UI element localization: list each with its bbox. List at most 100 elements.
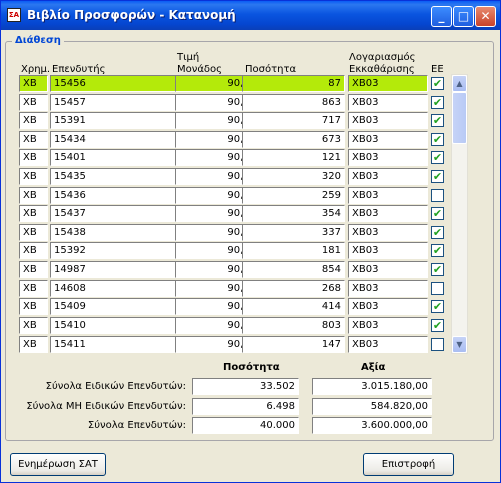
close-button[interactable]: ✕ <box>475 6 496 27</box>
cell-account[interactable]: XB03 <box>348 223 428 241</box>
col-header-price-2: Μονάδος <box>177 64 223 75</box>
cell-currency[interactable]: XB <box>19 130 48 148</box>
cell-bidder[interactable]: 15401 <box>50 149 192 167</box>
ee-checkbox[interactable] <box>431 188 444 202</box>
window-title: Βιβλίο Προσφορών - Κατανομή <box>27 8 236 22</box>
cell-account[interactable]: XB03 <box>348 335 428 353</box>
special-investors-value: 3.015.180,00 <box>312 378 432 395</box>
cell-account[interactable]: XB03 <box>348 130 428 148</box>
ee-checkbox[interactable]: ✔ <box>431 225 444 239</box>
cell-account[interactable]: XB03 <box>348 279 428 297</box>
vertical-scrollbar[interactable]: ▲ ▼ <box>451 74 468 354</box>
cell-currency[interactable]: XB <box>19 279 48 297</box>
cell-bidder[interactable]: 14987 <box>50 261 192 279</box>
cell-bidder[interactable]: 15392 <box>50 242 192 260</box>
cell-account[interactable]: XB03 <box>348 261 428 279</box>
cell-account[interactable]: XB03 <box>348 186 428 204</box>
cell-account[interactable]: XB03 <box>348 242 428 260</box>
cell-currency[interactable]: XB <box>19 316 48 334</box>
cell-bidder[interactable]: 15437 <box>50 205 192 223</box>
cell-quantity[interactable]: 320 <box>242 168 345 186</box>
ee-checkbox[interactable] <box>431 281 444 295</box>
ee-checkbox[interactable]: ✔ <box>431 170 444 184</box>
cell-bidder[interactable]: 15457 <box>50 93 192 111</box>
group-legend: Διάθεση <box>12 35 64 46</box>
cell-bidder[interactable]: 15411 <box>50 335 192 353</box>
cell-bidder[interactable]: 15409 <box>50 298 192 316</box>
cell-currency[interactable]: XB <box>19 186 48 204</box>
scroll-up-icon[interactable]: ▲ <box>452 75 467 92</box>
col-header-bidder: Επενδυτής <box>52 64 106 75</box>
all-investors-qty: 40.000 <box>192 417 299 434</box>
cell-quantity[interactable]: 268 <box>242 279 345 297</box>
title-bar[interactable]: ΣΑ Βιβλίο Προσφορών - Κατανομή _ □ ✕ <box>1 1 500 30</box>
cell-bidder[interactable]: 15391 <box>50 112 192 130</box>
col-header-account-2: Εκκαθάρισης <box>349 64 415 75</box>
maximize-button[interactable]: □ <box>453 6 474 27</box>
ee-checkbox[interactable]: ✔ <box>431 95 444 109</box>
cell-quantity[interactable]: 863 <box>242 93 345 111</box>
minimize-button[interactable]: _ <box>431 6 452 27</box>
nonspecial-investors-qty: 6.498 <box>192 398 299 415</box>
ee-checkbox[interactable]: ✔ <box>431 151 444 165</box>
app-icon: ΣΑ <box>7 8 21 22</box>
cell-currency[interactable]: XB <box>19 205 48 223</box>
cell-quantity[interactable]: 337 <box>242 223 345 241</box>
scroll-down-icon[interactable]: ▼ <box>452 336 467 353</box>
ee-checkbox[interactable]: ✔ <box>431 300 444 314</box>
cell-currency[interactable]: XB <box>19 242 48 260</box>
cell-bidder[interactable]: 15434 <box>50 130 192 148</box>
cell-account[interactable]: XB03 <box>348 149 428 167</box>
cell-account[interactable]: XB03 <box>348 75 428 92</box>
cell-bidder[interactable]: 15436 <box>50 186 192 204</box>
cell-quantity[interactable]: 414 <box>242 298 345 316</box>
cell-bidder[interactable]: 15435 <box>50 168 192 186</box>
ee-checkbox[interactable]: ✔ <box>431 244 444 258</box>
cell-currency[interactable]: XB <box>19 261 48 279</box>
cell-account[interactable]: XB03 <box>348 168 428 186</box>
cell-currency[interactable]: XB <box>19 298 48 316</box>
ee-checkbox[interactable]: ✔ <box>431 114 444 128</box>
cell-quantity[interactable]: 87 <box>242 75 345 92</box>
all-investors-label: Σύνολα Επενδυτών: <box>87 420 186 431</box>
cell-quantity[interactable]: 717 <box>242 112 345 130</box>
cell-account[interactable]: XB03 <box>348 112 428 130</box>
cell-bidder[interactable]: 14608 <box>50 279 192 297</box>
cell-currency[interactable]: XB <box>19 75 48 92</box>
cell-quantity[interactable]: 354 <box>242 205 345 223</box>
cell-currency[interactable]: XB <box>19 93 48 111</box>
nonspecial-investors-label: Σύνολα ΜΗ Ειδικών Επενδυτών: <box>26 401 186 412</box>
ee-checkbox[interactable]: ✔ <box>431 77 444 90</box>
cell-account[interactable]: XB03 <box>348 93 428 111</box>
cell-quantity[interactable]: 121 <box>242 149 345 167</box>
back-button[interactable]: Επιστροφή <box>363 453 454 476</box>
special-investors-label: Σύνολα Ειδικών Επενδυτών: <box>45 381 186 392</box>
cell-account[interactable]: XB03 <box>348 205 428 223</box>
nonspecial-investors-value: 584.820,00 <box>312 398 432 415</box>
cell-currency[interactable]: XB <box>19 149 48 167</box>
update-sat-button[interactable]: Ενημέρωση ΣΑΤ <box>10 453 106 476</box>
cell-quantity[interactable]: 854 <box>242 261 345 279</box>
col-header-currency: Χρημ. <box>21 64 51 75</box>
cell-currency[interactable]: XB <box>19 335 48 353</box>
ee-checkbox[interactable]: ✔ <box>431 207 444 221</box>
cell-bidder[interactable]: 15410 <box>50 316 192 334</box>
cell-bidder[interactable]: 15438 <box>50 223 192 241</box>
cell-quantity[interactable]: 803 <box>242 316 345 334</box>
scroll-thumb[interactable] <box>452 92 467 144</box>
col-header-quantity: Ποσότητα <box>245 64 297 75</box>
ee-checkbox[interactable]: ✔ <box>431 318 444 332</box>
ee-checkbox[interactable]: ✔ <box>431 263 444 277</box>
ee-checkbox[interactable]: ✔ <box>431 132 444 146</box>
cell-currency[interactable]: XB <box>19 168 48 186</box>
ee-checkbox[interactable] <box>431 337 444 351</box>
cell-bidder[interactable]: 15456 <box>50 75 192 92</box>
cell-account[interactable]: XB03 <box>348 298 428 316</box>
cell-quantity[interactable]: 673 <box>242 130 345 148</box>
cell-quantity[interactable]: 147 <box>242 335 345 353</box>
cell-account[interactable]: XB03 <box>348 316 428 334</box>
cell-currency[interactable]: XB <box>19 112 48 130</box>
cell-currency[interactable]: XB <box>19 223 48 241</box>
cell-quantity[interactable]: 259 <box>242 186 345 204</box>
cell-quantity[interactable]: 181 <box>242 242 345 260</box>
